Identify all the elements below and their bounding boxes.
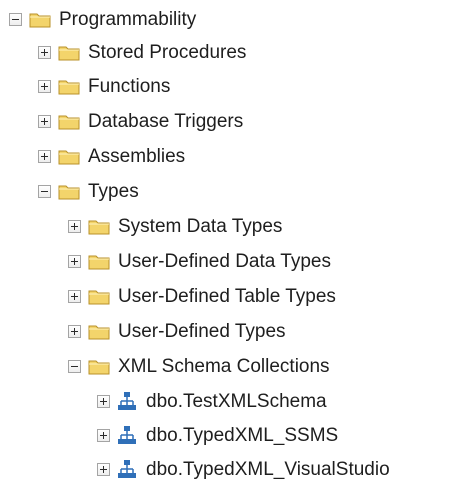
xml-schema-icon: [118, 392, 136, 410]
expand-icon[interactable]: [38, 79, 51, 93]
tree-node-label: User-Defined Table Types: [118, 285, 336, 307]
folder-icon: [58, 46, 80, 60]
tree-node-user-defined-table-types[interactable]: User-Defined Table Types: [68, 281, 336, 311]
tree-node-label: Types: [88, 180, 139, 202]
tree-node-user-defined-data-types[interactable]: User-Defined Data Types: [68, 246, 331, 276]
expand-icon[interactable]: [38, 114, 51, 128]
folder-icon: [29, 13, 51, 27]
expand-icon[interactable]: [97, 394, 110, 408]
tree-node-xml-schema-collections[interactable]: XML Schema Collections: [68, 351, 330, 381]
folder-icon: [58, 185, 80, 199]
tree-node-label: Programmability: [59, 8, 197, 30]
tree-node-label: dbo.TestXMLSchema: [146, 390, 327, 412]
tree-node-xml-schema[interactable]: dbo.TypedXML_SSMS: [97, 420, 338, 450]
tree-node-functions[interactable]: Functions: [38, 71, 170, 101]
tree-node-xml-schema[interactable]: dbo.TypedXML_VisualStudio: [97, 454, 390, 484]
collapse-icon[interactable]: [9, 12, 22, 26]
folder-icon: [88, 290, 110, 304]
tree-node-label: User-Defined Types: [118, 320, 286, 342]
tree-node-database-triggers[interactable]: Database Triggers: [38, 106, 243, 136]
tree-node-programmability[interactable]: Programmability: [9, 4, 196, 34]
folder-icon: [58, 150, 80, 164]
tree-node-label: System Data Types: [118, 215, 283, 237]
tree-node-label: dbo.TypedXML_VisualStudio: [146, 458, 390, 480]
collapse-icon[interactable]: [68, 359, 81, 373]
tree-node-label: Database Triggers: [88, 110, 244, 132]
expand-icon[interactable]: [68, 324, 81, 338]
tree-node-user-defined-types[interactable]: User-Defined Types: [68, 316, 286, 346]
expand-icon[interactable]: [68, 254, 81, 268]
expand-icon[interactable]: [68, 289, 81, 303]
folder-icon: [58, 115, 80, 129]
expand-icon[interactable]: [38, 45, 51, 59]
folder-icon: [88, 255, 110, 269]
xml-schema-icon: [118, 460, 136, 478]
tree-node-types[interactable]: Types: [38, 176, 139, 206]
xml-schema-icon: [118, 426, 136, 444]
expand-icon[interactable]: [97, 428, 110, 442]
expand-icon[interactable]: [68, 219, 81, 233]
tree-node-assemblies[interactable]: Assemblies: [38, 141, 185, 171]
tree-node-stored-procedures[interactable]: Stored Procedures: [38, 37, 246, 67]
folder-icon: [88, 220, 110, 234]
tree-node-system-data-types[interactable]: System Data Types: [68, 211, 282, 241]
tree-node-xml-schema[interactable]: dbo.TestXMLSchema: [97, 386, 327, 416]
tree-node-label: Stored Procedures: [88, 41, 247, 63]
folder-icon: [58, 80, 80, 94]
tree-node-label: User-Defined Data Types: [118, 250, 331, 272]
expand-icon[interactable]: [97, 462, 110, 476]
folder-icon: [88, 360, 110, 374]
folder-icon: [88, 325, 110, 339]
tree-node-label: Functions: [88, 75, 171, 97]
tree-node-label: XML Schema Collections: [118, 355, 330, 377]
tree-node-label: dbo.TypedXML_SSMS: [146, 424, 339, 446]
collapse-icon[interactable]: [38, 184, 51, 198]
expand-icon[interactable]: [38, 149, 51, 163]
object-explorer-tree: Programmability Stored Procedures Functi…: [0, 0, 453, 483]
tree-node-label: Assemblies: [88, 145, 186, 167]
